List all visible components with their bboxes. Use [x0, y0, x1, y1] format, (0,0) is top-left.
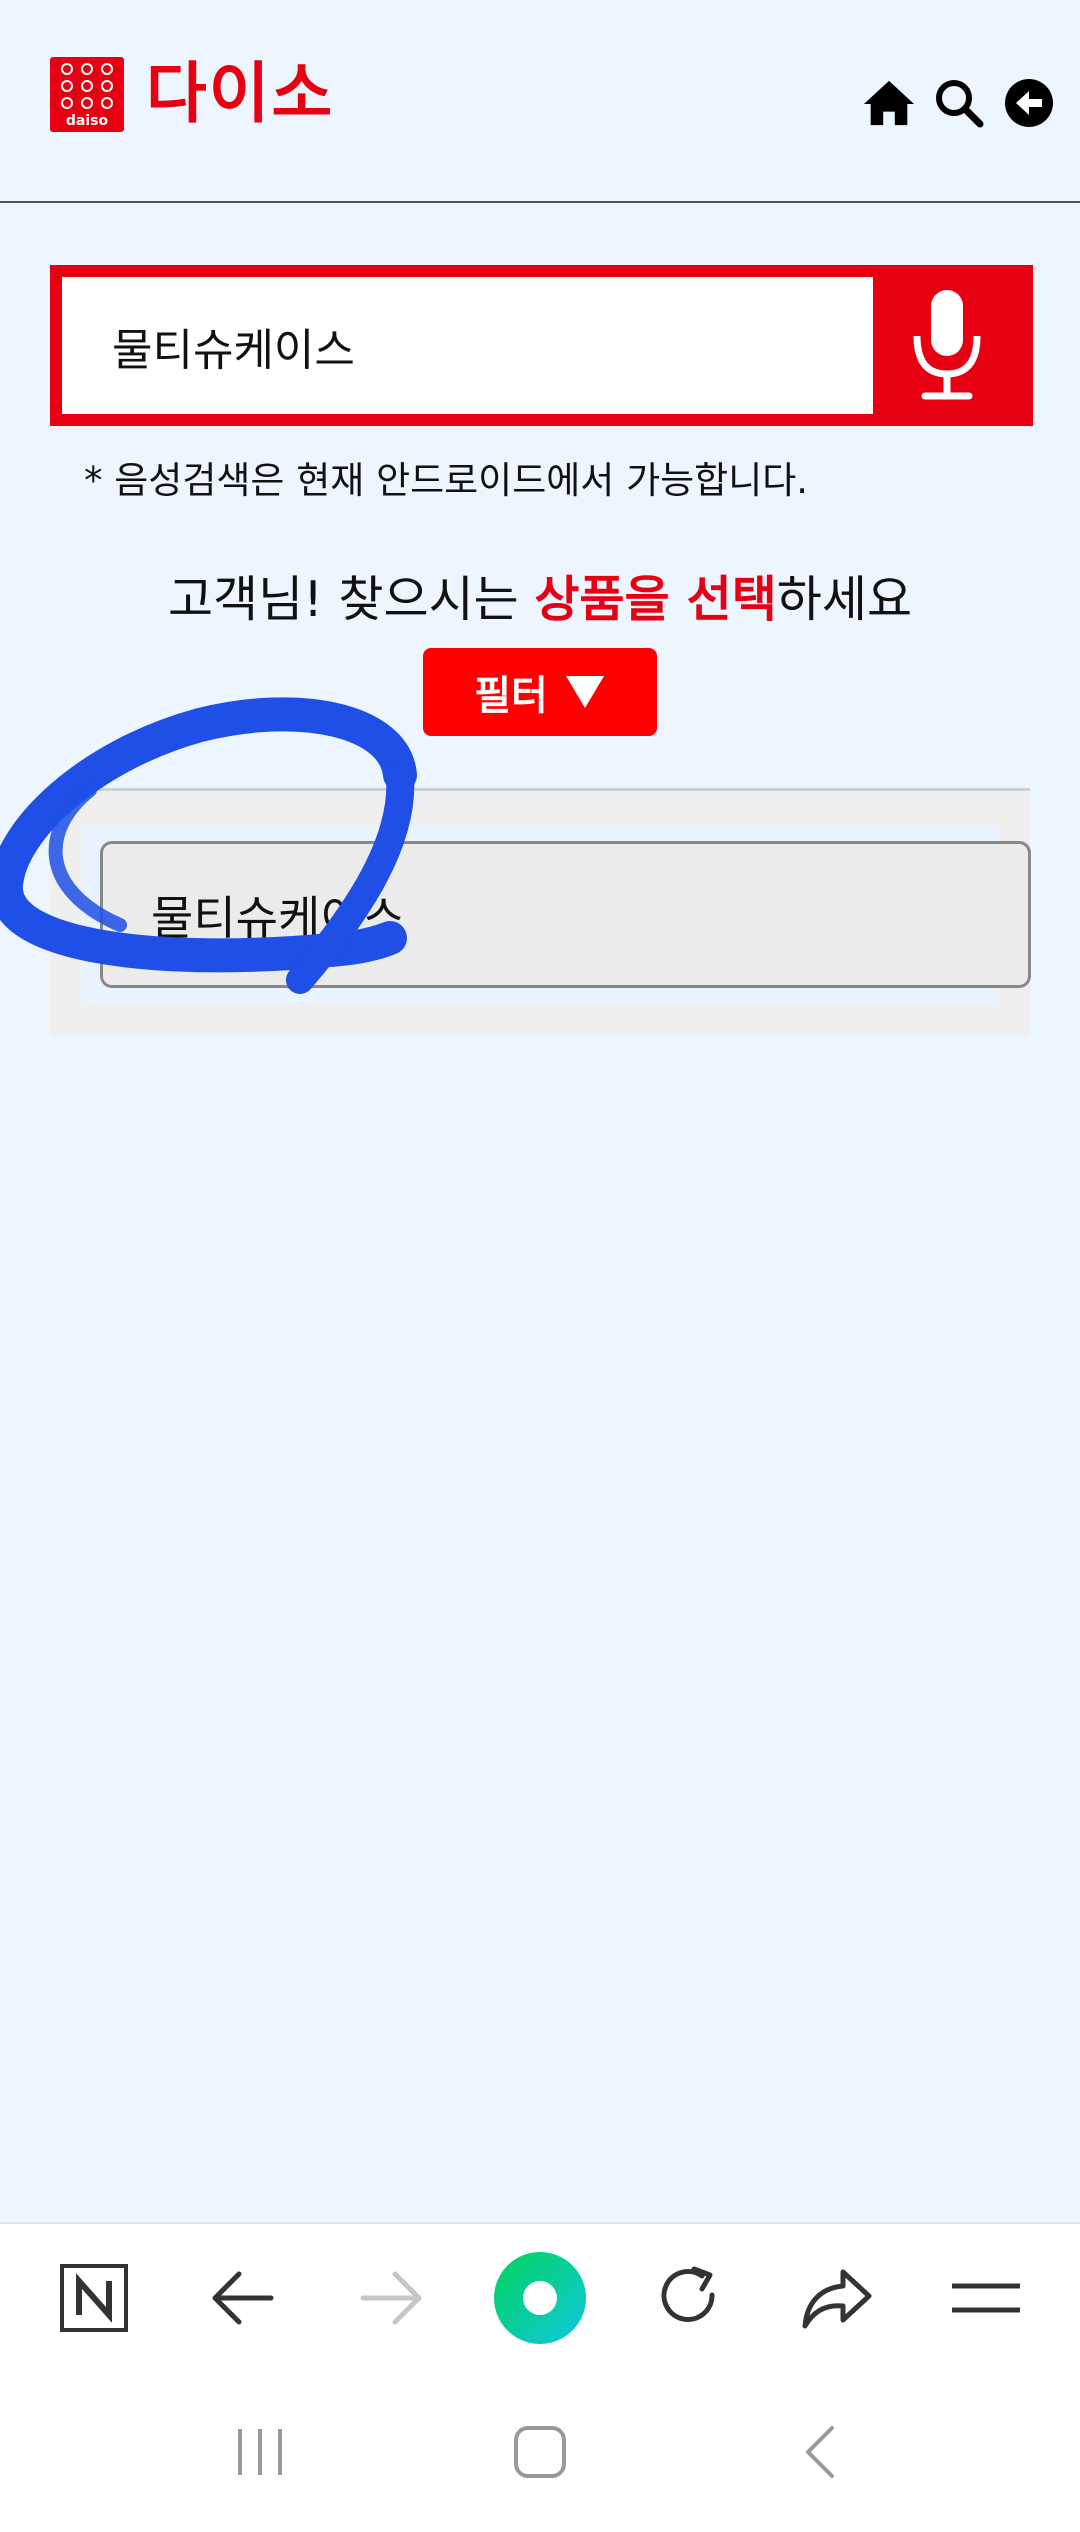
refresh-icon[interactable]	[639, 2248, 739, 2348]
guide-suffix: 하세요	[776, 571, 913, 628]
search-icon[interactable]	[932, 76, 986, 130]
daiso-logo[interactable]: daiso 다이소	[50, 55, 334, 133]
result-panel: 물티슈케이스	[50, 788, 1031, 1036]
system-navigation-bar	[0, 2372, 1080, 2532]
search-input[interactable]	[62, 277, 873, 414]
browser-toolbar	[0, 2222, 1080, 2372]
filter-triangle-icon	[565, 676, 604, 708]
filter-button[interactable]: 필터	[423, 648, 657, 736]
search-bar	[50, 265, 1033, 426]
logo-mark: daiso	[50, 56, 124, 132]
logo-wordmark: 다이소	[146, 55, 335, 132]
recents-icon[interactable]	[215, 2407, 305, 2497]
back-arrow-icon[interactable]	[193, 2248, 293, 2348]
menu-icon[interactable]	[936, 2248, 1036, 2348]
home-square-icon[interactable]	[495, 2407, 585, 2497]
green-dot-icon[interactable]	[490, 2248, 590, 2348]
filter-label: 필터	[474, 673, 548, 719]
guide-highlight: 상품을 선택	[534, 571, 777, 628]
voice-search-notice: * 음성검색은 현재 안드로이드에서 가능합니다.	[84, 459, 809, 502]
logo-subtext: daiso	[65, 112, 109, 129]
app-header: daiso 다이소	[0, 0, 1080, 203]
back-circle-icon[interactable]	[1002, 76, 1056, 130]
result-label: 물티슈케이스	[151, 890, 405, 945]
guide-prefix: 고객님! 찾으시는	[167, 571, 535, 628]
home-icon[interactable]	[862, 76, 916, 130]
voice-search-button[interactable]	[873, 277, 1021, 414]
back-chevron-icon[interactable]	[775, 2407, 865, 2497]
forward-arrow-icon[interactable]	[341, 2248, 441, 2348]
naver-n-icon[interactable]	[44, 2248, 144, 2348]
share-icon[interactable]	[787, 2248, 887, 2348]
guide-text: 고객님! 찾으시는 상품을 선택하세요	[0, 560, 1080, 631]
microphone-icon	[913, 289, 981, 399]
list-item[interactable]: 물티슈케이스	[100, 841, 1031, 988]
